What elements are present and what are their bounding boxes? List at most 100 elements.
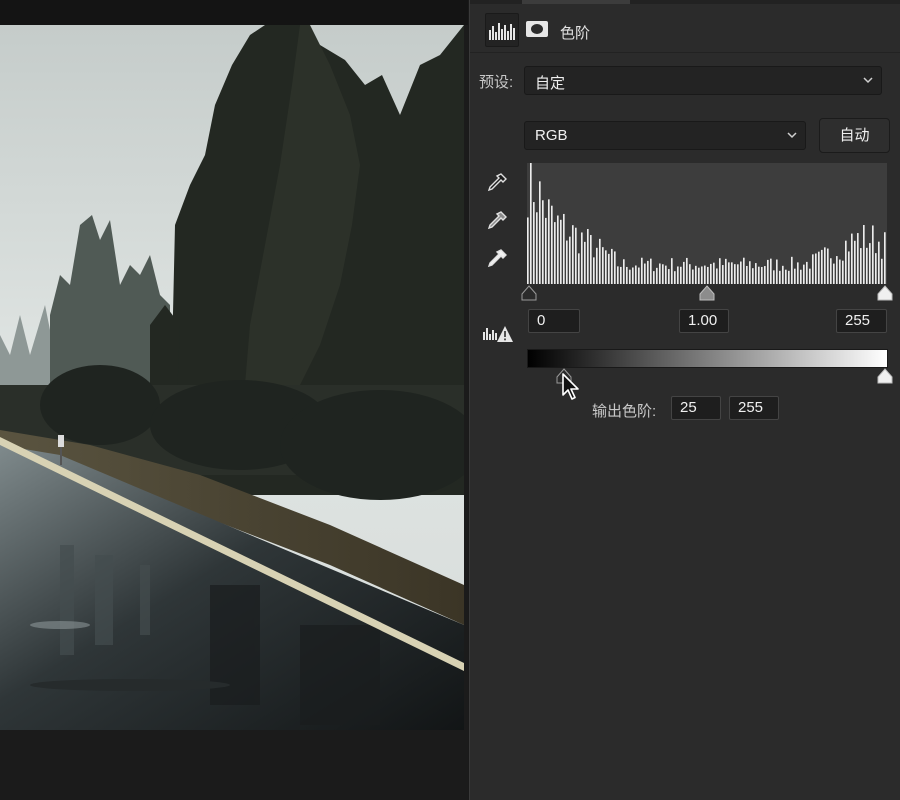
eyedropper-black-icon[interactable] bbox=[486, 172, 508, 194]
histogram-icon[interactable] bbox=[485, 13, 519, 47]
eyedropper-white-icon[interactable] bbox=[486, 248, 508, 270]
histogram-bar bbox=[869, 243, 871, 284]
histogram-bar bbox=[704, 265, 706, 284]
histogram-bars bbox=[527, 163, 886, 284]
histogram-bar bbox=[566, 240, 568, 284]
histogram-bar bbox=[710, 263, 712, 284]
output-white-handle[interactable] bbox=[877, 368, 893, 384]
channel-value: RGB bbox=[535, 127, 568, 144]
channel-dropdown[interactable]: RGB bbox=[524, 121, 806, 150]
histogram-bar bbox=[842, 260, 844, 284]
histogram-bar bbox=[713, 262, 715, 284]
input-white-handle[interactable] bbox=[877, 285, 893, 301]
input-gamma-field[interactable]: 1.00 bbox=[679, 309, 729, 333]
input-levels-slider[interactable] bbox=[521, 284, 895, 302]
histogram-bar bbox=[836, 256, 838, 284]
histogram-bar bbox=[701, 266, 703, 284]
histogram-bar bbox=[593, 257, 595, 284]
histogram-bar bbox=[872, 225, 874, 284]
histogram-bar bbox=[746, 265, 748, 284]
histogram-bar bbox=[752, 268, 754, 284]
histogram-bar bbox=[668, 269, 670, 284]
levels-histogram bbox=[527, 163, 887, 284]
chevron-down-icon bbox=[787, 132, 797, 139]
histogram-bar bbox=[764, 266, 766, 284]
histogram-bar bbox=[626, 266, 628, 284]
histogram-bar bbox=[731, 262, 733, 284]
output-levels-label: 输出色阶: bbox=[592, 403, 657, 420]
histogram-bar bbox=[806, 261, 808, 284]
histogram-bar bbox=[692, 269, 694, 284]
histogram-bar bbox=[773, 270, 775, 284]
histogram-bar bbox=[878, 241, 880, 284]
eyedropper-gray-icon[interactable] bbox=[486, 210, 508, 232]
histogram-bar bbox=[602, 247, 604, 284]
histogram-bar bbox=[647, 260, 649, 284]
histogram-bar bbox=[623, 259, 625, 284]
histogram-bar bbox=[875, 253, 877, 284]
histogram-bar bbox=[545, 217, 547, 284]
histogram-bar bbox=[833, 263, 835, 284]
histogram-bar bbox=[809, 268, 811, 284]
histogram-bar bbox=[656, 267, 658, 284]
histogram-bar bbox=[527, 217, 529, 284]
panel-header: 色阶 bbox=[470, 4, 900, 53]
histogram-bar bbox=[680, 266, 682, 284]
histogram-bar bbox=[674, 271, 676, 284]
histogram-bar bbox=[740, 261, 742, 284]
histogram-bar bbox=[581, 232, 583, 284]
histogram-bar bbox=[563, 213, 565, 284]
histogram-bar bbox=[797, 262, 799, 284]
histogram-bar bbox=[707, 266, 709, 284]
mouse-cursor-icon bbox=[562, 373, 579, 400]
histogram-bar bbox=[608, 253, 610, 284]
histogram-bar bbox=[791, 256, 793, 284]
input-gamma-handle[interactable] bbox=[699, 285, 715, 301]
histogram-bar bbox=[782, 265, 784, 284]
histogram-bar bbox=[617, 266, 619, 284]
histogram-bar bbox=[632, 267, 634, 284]
input-white-field[interactable]: 255 bbox=[836, 309, 887, 333]
preset-value: 自定 bbox=[535, 75, 566, 92]
histogram-bar bbox=[866, 247, 868, 284]
histogram-bar bbox=[785, 269, 787, 284]
preset-dropdown[interactable]: 自定 bbox=[524, 66, 882, 95]
histogram-bar bbox=[734, 264, 736, 284]
histogram-bar bbox=[737, 264, 739, 284]
histogram-bar bbox=[815, 253, 817, 284]
histogram-bar bbox=[863, 225, 865, 284]
histogram-bar bbox=[749, 261, 751, 284]
histogram-bar bbox=[575, 227, 577, 284]
histogram-bar bbox=[860, 248, 862, 284]
output-black-field[interactable]: 25 bbox=[671, 396, 721, 420]
histogram-bar bbox=[641, 257, 643, 284]
histogram-bar bbox=[716, 268, 718, 284]
histogram-bar bbox=[758, 266, 760, 284]
chevron-down-icon bbox=[863, 77, 873, 84]
histogram-bar bbox=[578, 253, 580, 284]
output-levels-gradient bbox=[527, 349, 888, 368]
layer-mask-icon[interactable] bbox=[525, 19, 549, 39]
histogram-bar bbox=[635, 265, 637, 284]
histogram-bar bbox=[554, 222, 556, 284]
panel-title: 色阶 bbox=[560, 25, 591, 42]
histogram-bar bbox=[677, 266, 679, 284]
histogram-bar bbox=[533, 202, 535, 284]
input-black-handle[interactable] bbox=[521, 285, 537, 301]
output-white-field[interactable]: 255 bbox=[729, 396, 779, 420]
histogram-bar bbox=[683, 261, 685, 284]
input-black-field[interactable]: 0 bbox=[528, 309, 580, 333]
document-canvas[interactable] bbox=[0, 0, 468, 800]
histogram-bar bbox=[551, 205, 553, 284]
histogram-bar bbox=[614, 251, 616, 284]
histogram-bar bbox=[821, 249, 823, 284]
histogram-bar bbox=[839, 259, 841, 284]
histogram-bar bbox=[587, 229, 589, 284]
canvas-top-strip bbox=[0, 0, 468, 25]
auto-button[interactable]: 自动 bbox=[819, 118, 890, 153]
histogram-bar bbox=[620, 266, 622, 284]
clipping-warning-icon[interactable] bbox=[482, 322, 514, 344]
histogram-bar bbox=[611, 248, 613, 284]
histogram-bar bbox=[536, 212, 538, 284]
histogram-bar bbox=[698, 267, 700, 284]
